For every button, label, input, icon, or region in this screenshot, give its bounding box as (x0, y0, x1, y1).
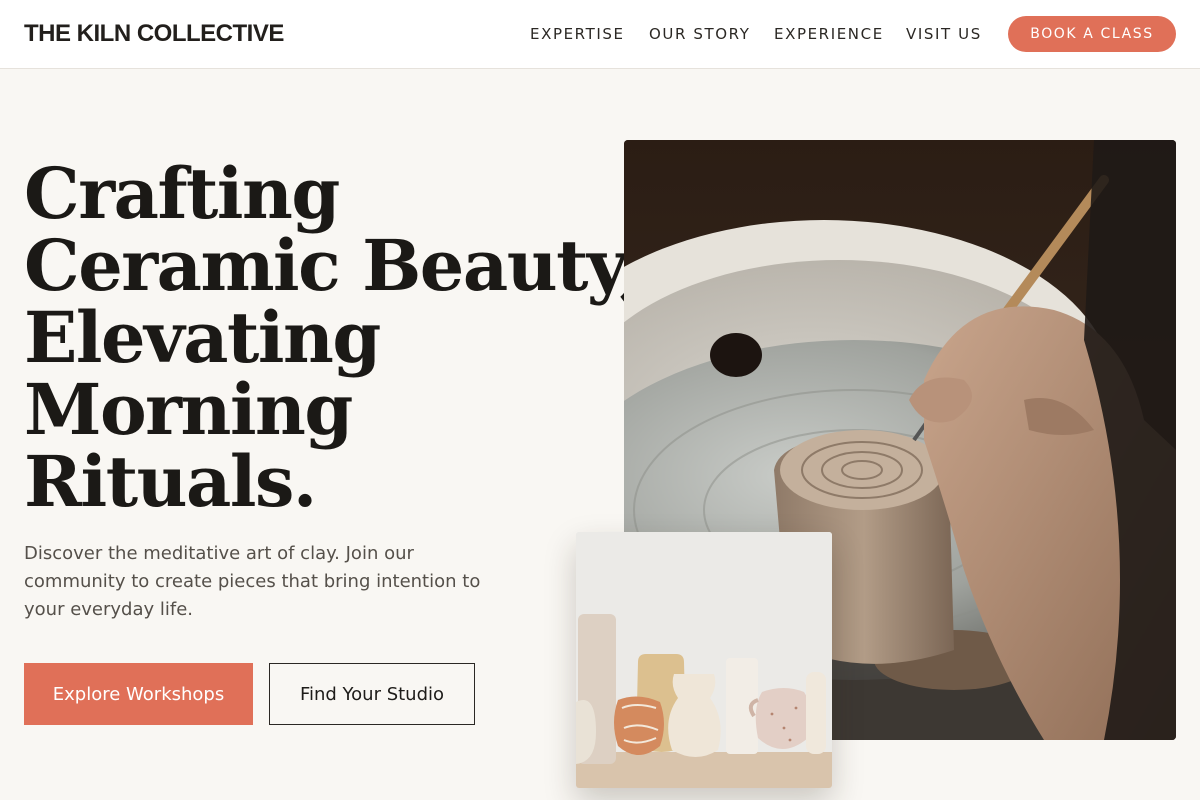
nav-link-our-story[interactable]: OUR STORY (649, 25, 751, 43)
nav-link-experience[interactable]: EXPERIENCE (774, 25, 884, 43)
nav-link-expertise[interactable]: EXPERTISE (530, 25, 625, 43)
book-class-button[interactable]: BOOK A CLASS (1008, 16, 1176, 52)
ceramic-vases-photo (576, 532, 832, 788)
nav-link-visit-us[interactable]: VISIT US (906, 25, 982, 43)
site-header: THE KILN COLLECTIVE EXPERTISE OUR STORY … (0, 0, 1200, 69)
brand-logo[interactable]: THE KILN COLLECTIVE (24, 20, 284, 48)
headline-line: Elevating (24, 296, 381, 379)
headline-line: Morning (24, 368, 353, 451)
hero-headline: Crafting Ceramic Beauty, Elevating Morni… (24, 152, 644, 523)
explore-workshops-button[interactable]: Explore Workshops (24, 663, 253, 725)
hero-description: Discover the meditative art of clay. Joi… (24, 543, 481, 620)
headline-line: Ceramic Beauty, (24, 224, 644, 307)
find-studio-button[interactable]: Find Your Studio (269, 663, 475, 725)
headline-line: Crafting (24, 152, 340, 235)
headline-line: Rituals. (24, 440, 317, 523)
